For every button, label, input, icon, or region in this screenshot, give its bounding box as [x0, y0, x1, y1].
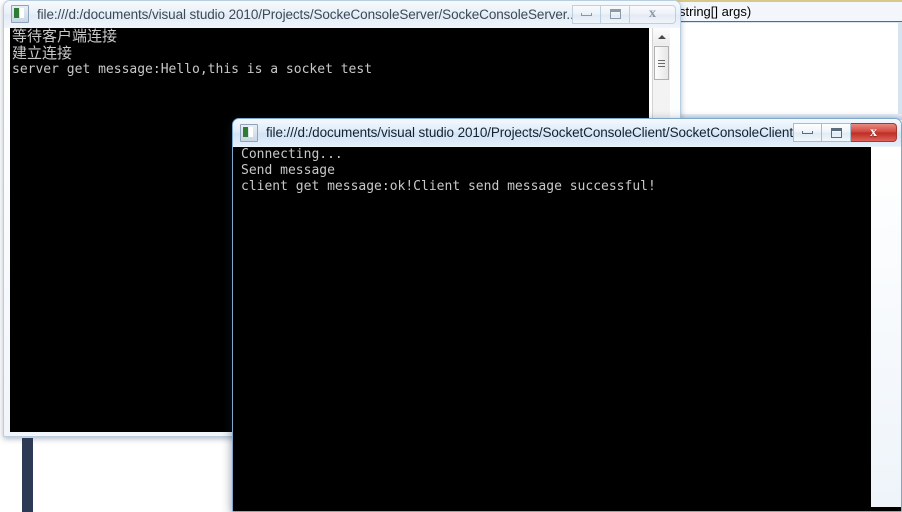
minimize-icon	[802, 131, 813, 134]
console-app-icon	[11, 5, 29, 23]
console-line: Connecting...	[241, 147, 343, 162]
scroll-up-arrow-icon	[657, 34, 666, 39]
console-app-icon	[240, 123, 258, 142]
console-line: 等待客户端连接	[12, 28, 118, 45]
maximize-button[interactable]	[822, 123, 851, 142]
close-button[interactable]: x	[851, 123, 897, 142]
server-window-controls: x	[572, 4, 676, 24]
close-icon: x	[649, 6, 656, 21]
vs-editor-area[interactable]	[676, 23, 898, 114]
minimize-button[interactable]	[572, 4, 601, 24]
console-line: server get message:Hello,this is a socke…	[12, 62, 373, 77]
maximize-icon	[609, 9, 621, 19]
close-button[interactable]: x	[630, 4, 676, 24]
client-window-controls: x	[793, 123, 897, 142]
scroll-up-button[interactable]	[653, 28, 670, 45]
client-console-title: file:///d:/documents/visual studio 2010/…	[266, 125, 793, 140]
server-console-titlebar[interactable]: file:///d:/documents/visual studio 2010/…	[4, 1, 680, 27]
client-console-titlebar[interactable]: file:///d:/documents/visual studio 2010/…	[233, 119, 901, 146]
vs-code-header: string[] args)	[676, 0, 902, 22]
visual-studio-window[interactable]: string[] args)	[665, 0, 902, 120]
desktop-background: string[] args) file:///d:/documents/visu…	[0, 0, 902, 512]
minimize-button[interactable]	[793, 123, 822, 142]
scroll-thumb-grip-icon	[658, 59, 665, 67]
server-console-title: file:///d:/documents/visual studio 2010/…	[37, 6, 572, 22]
close-icon: x	[870, 124, 877, 140]
maximize-button[interactable]	[601, 4, 630, 24]
minimize-icon	[581, 12, 592, 16]
console-line: Send message	[241, 163, 335, 178]
console-line: client get message:ok!Client send messag…	[241, 179, 656, 194]
desktop-accent-bar	[22, 438, 33, 512]
client-console-bottom-edge	[239, 507, 901, 511]
console-line: 建立连接	[12, 44, 73, 62]
client-console-window[interactable]: file:///d:/documents/visual studio 2010/…	[232, 118, 902, 512]
vs-code-fragment: string[] args)	[679, 4, 752, 19]
scroll-thumb[interactable]	[654, 46, 669, 80]
client-console-output: Connecting... Send message client get me…	[239, 147, 871, 507]
maximize-icon	[830, 127, 842, 138]
